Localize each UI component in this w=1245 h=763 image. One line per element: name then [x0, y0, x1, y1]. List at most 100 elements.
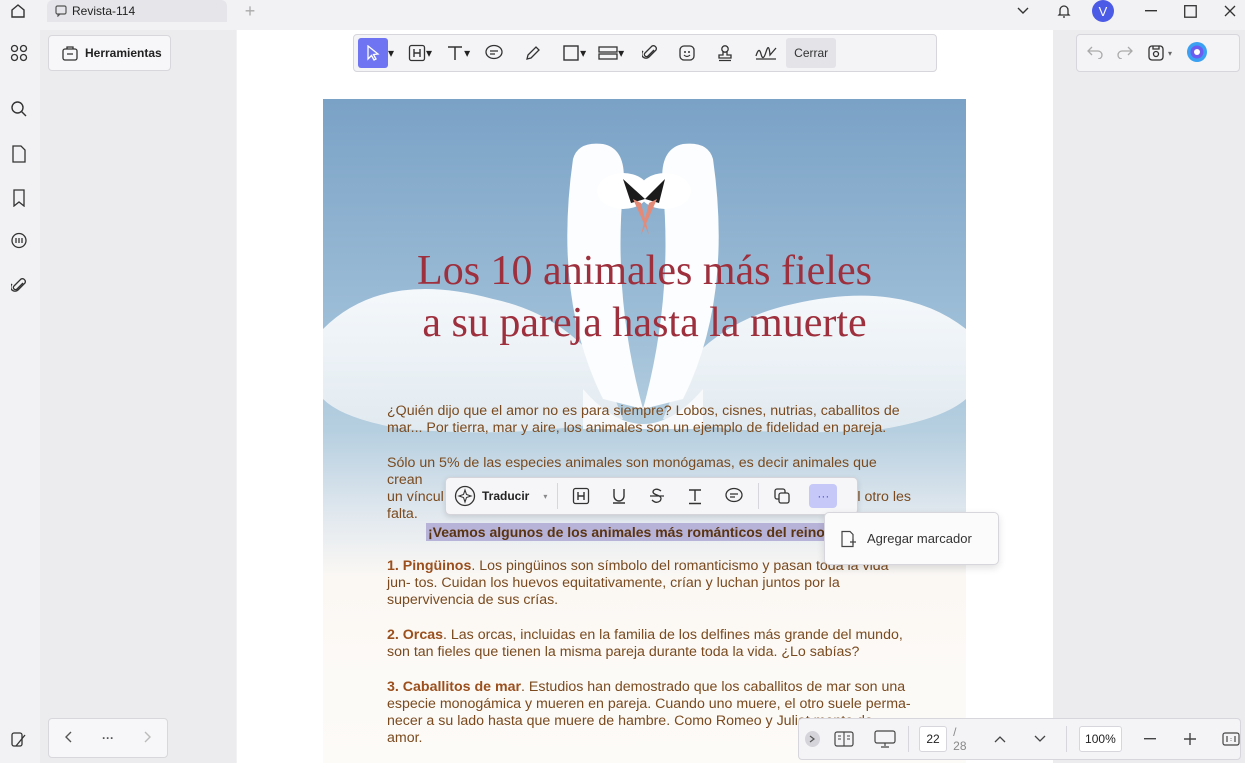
redo-icon[interactable]	[1117, 45, 1133, 62]
item-text: tos. Cuidan los huevos equitativamente, …	[387, 575, 840, 608]
title-bar: Revista-114 + V	[0, 0, 1245, 22]
comment-tool-button[interactable]	[484, 38, 504, 68]
highlight-tool-button[interactable]	[408, 38, 426, 68]
document-tab[interactable]: Revista-114	[47, 0, 227, 22]
select-tool-button[interactable]	[358, 38, 388, 68]
pen-tool-button[interactable]	[524, 38, 542, 68]
zoom-level[interactable]: 100%	[1078, 726, 1122, 752]
select-tool-caret-icon[interactable]: ▾	[388, 46, 394, 60]
comment-icon	[485, 44, 503, 60]
translate-caret-icon[interactable]: ▾	[543, 492, 547, 501]
history-toolbar: ▾	[1076, 34, 1240, 72]
tools-button-label: Herramientas	[85, 46, 162, 60]
underline-icon	[613, 489, 626, 504]
signature-icon	[755, 47, 777, 60]
next-page-icon[interactable]	[1034, 735, 1046, 743]
shape-caret-icon[interactable]: ▾	[580, 46, 586, 60]
attachment-icon[interactable]	[8, 275, 30, 297]
paragraph-monogamy-line2-end: l otro les	[857, 489, 911, 505]
divider	[758, 483, 760, 509]
list-item: 1. Pingüinos. Los pingüinos son símbolo …	[387, 558, 911, 609]
item-title: 1. Pingüinos	[387, 558, 472, 574]
page-navigation: ···	[48, 718, 168, 758]
chevron-down-icon[interactable]	[1008, 0, 1038, 22]
add-comment-button[interactable]	[724, 481, 744, 511]
avatar[interactable]: V	[1092, 0, 1114, 22]
right-panel	[1053, 30, 1245, 763]
bookmark-icon[interactable]	[8, 187, 30, 209]
stamp-tool-button[interactable]	[716, 38, 734, 68]
paragraph-intro: ¿Quién dijo que el amor no es para siemp…	[387, 403, 900, 436]
measure-caret-icon[interactable]: ▾	[618, 46, 624, 60]
bell-icon[interactable]	[1049, 0, 1079, 22]
zoom-in-icon[interactable]	[1184, 733, 1196, 745]
toolbox-icon	[62, 46, 78, 61]
page-icon[interactable]	[8, 143, 30, 165]
chevron-right-icon[interactable]	[144, 731, 152, 746]
more-pages-button[interactable]: ···	[102, 731, 114, 745]
presentation-icon[interactable]	[874, 730, 896, 748]
item-text: necer a su lado hasta que muere de hambr…	[387, 713, 810, 729]
sticker-tool-button[interactable]	[678, 38, 696, 68]
rectangle-icon	[563, 45, 579, 61]
translate-button[interactable]: Traducir	[454, 481, 529, 511]
item-title: 3. Caballitos de mar	[387, 679, 522, 695]
home-icon[interactable]	[8, 1, 28, 21]
ai-assistant-icon[interactable]	[1186, 41, 1208, 66]
annotation-toolbar: ▾ ▾ ▾ ▾ ▾ Cerrar	[353, 34, 937, 72]
text-icon	[448, 46, 463, 60]
side-panel: Herramientas ···	[40, 30, 236, 763]
highlight-icon	[408, 44, 426, 62]
undo-icon[interactable]	[1087, 45, 1103, 62]
strikethrough-icon	[650, 488, 665, 503]
new-tab-button[interactable]: +	[240, 1, 260, 21]
search-icon[interactable]	[8, 98, 30, 120]
attach-tool-button[interactable]	[642, 38, 658, 68]
collapse-icon[interactable]	[805, 731, 820, 747]
tools-button[interactable]: Herramientas	[48, 35, 171, 71]
measure-tool-button[interactable]	[598, 38, 618, 68]
text-caret-icon[interactable]: ▾	[464, 46, 470, 60]
copy-button[interactable]	[773, 481, 791, 511]
close-icon[interactable]	[1215, 0, 1245, 22]
document-title: Los 10 animales más fieles a su pareja h…	[323, 245, 966, 349]
chevron-left-icon[interactable]	[64, 731, 72, 746]
text-replace-button[interactable]	[686, 481, 704, 511]
zoom-out-icon[interactable]	[1144, 738, 1156, 740]
ruler-icon	[598, 46, 618, 60]
selection-toolbar: Traducir ▾ ···	[445, 477, 858, 515]
highlight-text-button[interactable]	[572, 481, 590, 511]
shape-tool-button[interactable]	[562, 38, 580, 68]
add-bookmark-menu-item[interactable]: Agregar marcador	[867, 531, 972, 546]
sticker-icon	[679, 45, 695, 61]
copy-icon	[774, 488, 791, 504]
paragraph-monogamy-line2-start: un víncul	[387, 489, 444, 505]
comment-doc-icon	[55, 5, 67, 17]
total-pages: / 28	[953, 725, 967, 753]
minimize-icon[interactable]	[1136, 0, 1166, 22]
text-tool-button[interactable]	[446, 38, 464, 68]
divider	[557, 483, 559, 509]
actual-size-icon[interactable]	[1222, 732, 1240, 746]
close-toolbar-button[interactable]: Cerrar	[786, 38, 837, 68]
strikethrough-button[interactable]	[648, 481, 666, 511]
highlight-caret-icon[interactable]: ▾	[426, 46, 432, 60]
page-layout-icon[interactable]	[834, 731, 854, 747]
comment-icon[interactable]	[8, 230, 30, 252]
divider	[907, 726, 909, 752]
underline-button[interactable]	[610, 481, 628, 511]
add-bookmark-icon	[841, 530, 856, 547]
previous-page-icon[interactable]	[994, 735, 1006, 743]
more-options-button[interactable]: ···	[809, 484, 838, 508]
context-menu: Agregar marcador	[824, 512, 999, 565]
signature-tool-button[interactable]	[754, 38, 778, 68]
current-page-input[interactable]: 22	[918, 726, 948, 752]
selected-text[interactable]: ¡Veamos algunos de los animales más romá…	[426, 523, 839, 541]
save-icon[interactable]: ▾	[1147, 44, 1172, 62]
layers-icon[interactable]	[8, 728, 30, 750]
grid-icon[interactable]	[8, 42, 30, 64]
maximize-icon[interactable]	[1175, 0, 1205, 22]
item-title: 2. Orcas	[387, 627, 444, 643]
divider	[1065, 726, 1067, 752]
list-item: 2. Orcas. Las orcas, incluidas en la fam…	[387, 627, 911, 661]
